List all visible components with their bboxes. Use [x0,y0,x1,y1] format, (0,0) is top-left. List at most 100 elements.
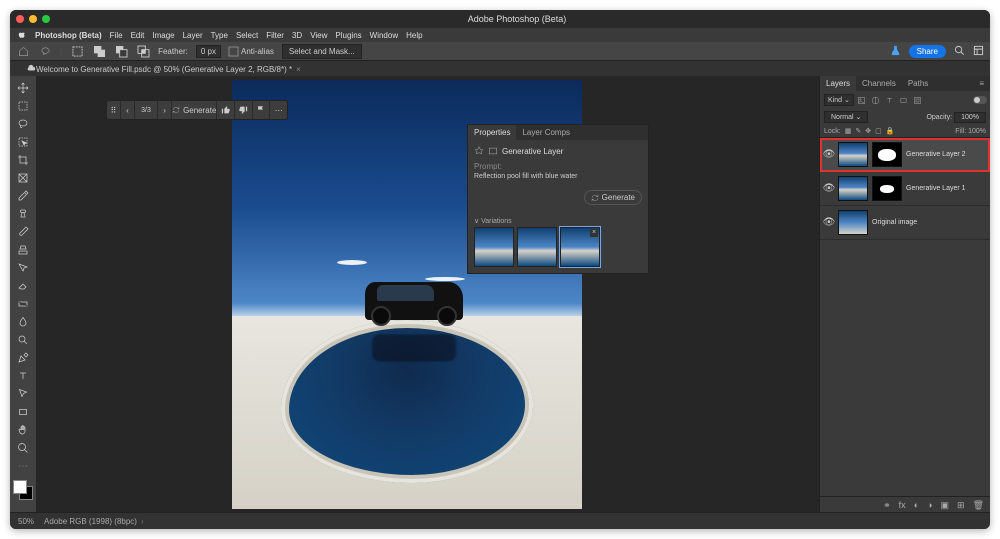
type-tool[interactable] [13,368,33,384]
lock-transparency-icon[interactable]: ▦ [845,127,852,135]
image-menu[interactable]: Image [152,31,174,40]
search-icon[interactable] [954,45,965,58]
layer-menu[interactable]: Layer [183,31,203,40]
drag-handle-icon[interactable]: ⠿ [107,101,121,119]
marquee-tool[interactable] [13,98,33,114]
layer-name[interactable]: Generative Layer 2 [906,151,966,158]
selection-new-icon[interactable] [70,44,84,58]
tab-paths[interactable]: Paths [902,76,934,91]
visibility-toggle-icon[interactable]: 👁 [824,217,834,228]
filter-toggle-icon[interactable] [974,94,986,106]
new-layer-icon[interactable]: ⊞ [957,500,965,511]
lasso-tool[interactable] [13,116,33,132]
layer-mask-thumbnail[interactable] [872,142,902,167]
opacity-input[interactable]: 100% [954,112,986,123]
layer-row[interactable]: 👁 Generative Layer 1 [820,172,990,206]
blend-mode-select[interactable]: Normal ⌄ [824,111,868,123]
pen-tool[interactable] [13,350,33,366]
layer-name[interactable]: Original image [872,219,917,226]
delete-variation-icon[interactable]: × [590,229,598,237]
variation-thumb-2[interactable] [517,227,557,267]
layer-thumbnail[interactable] [838,176,868,201]
edit-toolbar-icon[interactable]: ⋯ [13,458,33,474]
document-tab[interactable]: Welcome to Generative Fill.psdc @ 50% (G… [36,65,301,74]
status-disclosure-icon[interactable]: › [141,517,144,526]
apple-menu[interactable] [18,30,27,41]
flag-icon[interactable] [253,101,271,119]
workspace-switcher-icon[interactable] [973,45,984,58]
canvas-area[interactable]: ⠿ ‹ 3/3 › Generate ⋯ Properties Layer Co… [36,76,819,513]
filter-smart-icon[interactable] [912,94,924,106]
layer-row[interactable]: 👁 Original image [820,206,990,240]
filter-shape-icon[interactable] [898,94,910,106]
tab-channels[interactable]: Channels [856,76,902,91]
filter-menu[interactable]: Filter [266,31,284,40]
healing-brush-tool[interactable] [13,206,33,222]
delete-layer-icon[interactable]: 🗑 [973,500,984,511]
help-menu[interactable]: Help [406,31,422,40]
minimize-window-button[interactable] [29,15,37,23]
filter-type-icon[interactable] [884,94,896,106]
link-layers-icon[interactable]: ⚭ [883,500,891,511]
crop-tool[interactable] [13,152,33,168]
view-menu[interactable]: View [310,31,327,40]
filter-adjustment-icon[interactable] [870,94,882,106]
layer-row[interactable]: 👁 Generative Layer 2 [820,138,990,172]
type-menu[interactable]: Type [211,31,228,40]
zoom-window-button[interactable] [42,15,50,23]
clone-stamp-tool[interactable] [13,242,33,258]
layer-fx-icon[interactable]: fx [899,500,906,510]
add-mask-icon[interactable]: ◐ [914,500,919,510]
selection-subtract-icon[interactable] [114,44,128,58]
plugins-menu[interactable]: Plugins [335,31,361,40]
layer-name[interactable]: Generative Layer 1 [906,185,966,192]
rectangle-tool[interactable] [13,404,33,420]
select-menu[interactable]: Select [236,31,258,40]
variation-thumb-3[interactable]: × [560,227,600,267]
layer-mask-thumbnail[interactable] [872,176,902,201]
new-group-icon[interactable]: ▣ [941,500,950,511]
generate-button[interactable]: Generate [172,101,217,119]
new-adjustment-layer-icon[interactable]: ◑ [927,500,932,510]
panel-menu-icon[interactable]: ≡ [973,76,990,91]
eyedropper-tool[interactable] [13,188,33,204]
variation-thumb-1[interactable] [474,227,514,267]
history-brush-tool[interactable] [13,260,33,276]
feather-input[interactable]: 0 px [196,45,221,58]
tab-layer-comps[interactable]: Layer Comps [516,125,576,140]
lock-all-icon[interactable]: 🔒 [886,127,895,135]
selection-add-icon[interactable] [92,44,106,58]
frame-tool[interactable] [13,170,33,186]
visibility-toggle-icon[interactable]: 👁 [824,149,834,160]
select-and-mask-button[interactable]: Select and Mask... [282,44,362,59]
brush-tool[interactable] [13,224,33,240]
layer-thumbnail[interactable] [838,210,868,235]
layer-filter-kind[interactable]: Kind ⌄ [824,94,854,106]
filter-pixel-icon[interactable] [856,94,868,106]
close-window-button[interactable] [16,15,24,23]
close-tab-icon[interactable]: × [296,65,301,74]
color-swatches[interactable] [13,480,33,500]
hand-tool[interactable] [13,422,33,438]
tab-layers[interactable]: Layers [820,76,856,91]
more-options-icon[interactable]: ⋯ [270,101,287,119]
selection-intersect-icon[interactable] [136,44,150,58]
prev-variation-button[interactable]: ‹ [121,101,135,119]
lasso-tool-icon[interactable] [38,44,52,58]
eraser-tool[interactable] [13,278,33,294]
home-icon[interactable] [16,44,30,58]
dodge-tool[interactable] [13,332,33,348]
properties-generate-button[interactable]: Generate [584,190,642,205]
file-menu[interactable]: File [110,31,123,40]
3d-menu[interactable]: 3D [292,31,302,40]
zoom-level[interactable]: 50% [18,517,34,526]
edit-menu[interactable]: Edit [131,31,145,40]
thumbs-up-icon[interactable] [217,101,235,119]
path-selection-tool[interactable] [13,386,33,402]
window-menu[interactable]: Window [370,31,398,40]
thumbs-down-icon[interactable] [235,101,253,119]
next-variation-button[interactable]: › [158,101,172,119]
beaker-icon[interactable] [890,45,901,58]
gradient-tool[interactable] [13,296,33,312]
move-tool[interactable] [13,80,33,96]
